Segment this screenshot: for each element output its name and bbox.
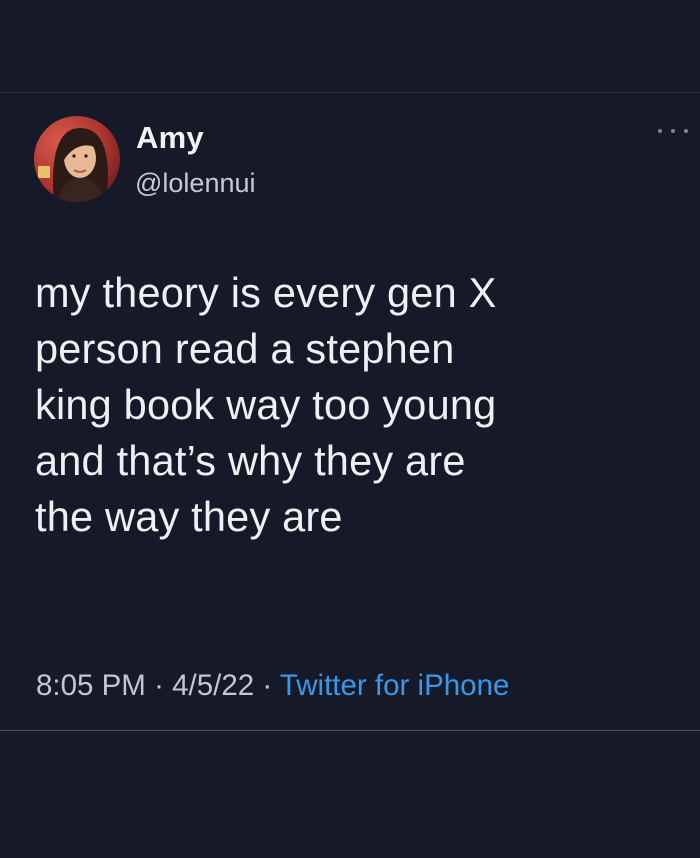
tweet-text-line: person read a stephen bbox=[35, 325, 455, 372]
meta-separator: · bbox=[262, 669, 273, 702]
more-dot bbox=[658, 129, 662, 133]
avatar-image bbox=[34, 116, 120, 202]
more-dot bbox=[684, 129, 688, 133]
tweet-time[interactable]: 8:05 PM bbox=[36, 669, 146, 702]
avatar[interactable] bbox=[34, 116, 120, 202]
tweet-date[interactable]: 4/5/22 bbox=[172, 669, 254, 702]
display-name[interactable]: Amy bbox=[136, 120, 204, 156]
meta-separator: · bbox=[154, 669, 164, 702]
more-horizontal-icon[interactable] bbox=[658, 123, 688, 139]
tweet-card: Amy @lolennui my theory is every gen X p… bbox=[0, 93, 700, 730]
user-handle[interactable]: @lolennui bbox=[135, 168, 256, 199]
tweet-text-line: king book way too young bbox=[35, 381, 497, 428]
tweet-text-line: and that’s why they are bbox=[35, 437, 466, 484]
bottom-divider bbox=[0, 730, 700, 731]
tweet-text: my theory is every gen X person read a s… bbox=[35, 265, 675, 545]
more-dot bbox=[671, 129, 675, 133]
tweet-source-link[interactable]: Twitter for iPhone bbox=[280, 669, 510, 702]
tweet-text-line: my theory is every gen X bbox=[35, 269, 497, 316]
tweet-metadata: 8:05 PM · 4/5/22 · Twitter for iPhone bbox=[36, 669, 509, 703]
tweet-text-line: the way they are bbox=[35, 493, 343, 540]
